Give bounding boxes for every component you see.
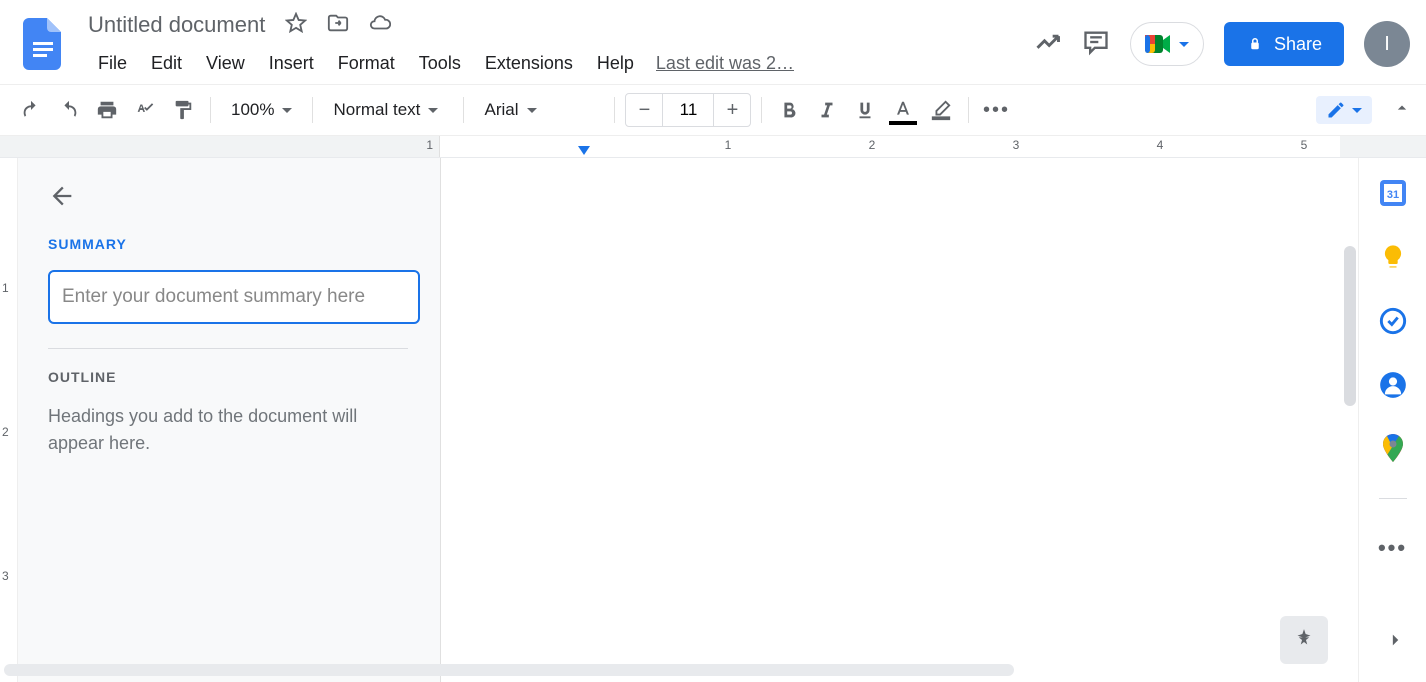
move-icon[interactable] [327,12,349,39]
ruler-mark: 5 [1301,138,1308,152]
ruler-mark: 1 [426,138,433,152]
outline-empty-text: Headings you add to the document will ap… [48,403,398,457]
meet-button[interactable] [1130,22,1204,66]
close-outline-button[interactable] [48,182,76,210]
caret-down-icon [428,108,438,113]
menu-view[interactable]: View [194,49,257,78]
outline-panel: SUMMARY OUTLINE Headings you add to the … [18,158,440,682]
get-addons-button[interactable]: ••• [1378,533,1408,563]
hide-side-panel-button[interactable] [1382,627,1408,658]
font-size-input[interactable]: 11 [662,94,714,126]
menu-file[interactable]: File [86,49,139,78]
explore-button[interactable] [1280,616,1328,664]
font-size-decrease[interactable]: − [626,99,662,122]
horizontal-ruler[interactable]: 1 1 2 3 4 5 [0,136,1426,158]
separator [312,97,313,123]
style-select[interactable]: Normal text [323,93,453,127]
caret-down-icon [527,108,537,113]
text-color-swatch [889,121,917,125]
highlight-button[interactable] [924,93,958,127]
document-page[interactable] [440,158,1358,682]
ruler-mark: 1 [725,138,732,152]
ruler-mark: 2 [869,138,876,152]
calendar-app-icon[interactable]: 31 [1378,178,1408,208]
cloud-status-icon[interactable] [369,12,391,39]
share-button[interactable]: Share [1224,22,1344,66]
italic-button[interactable] [810,93,844,127]
underline-button[interactable] [848,93,882,127]
separator [614,97,615,123]
separator [210,97,211,123]
font-size-group: − 11 + [625,93,751,127]
ruler-mark: 3 [1013,138,1020,152]
activity-icon[interactable] [1034,28,1062,61]
vruler-mark: 2 [2,425,9,439]
caret-down-icon [1352,108,1362,113]
menu-format[interactable]: Format [326,49,407,78]
comments-icon[interactable] [1082,28,1110,61]
more-toolbar-button[interactable]: ••• [979,93,1013,127]
separator [463,97,464,123]
spellcheck-button[interactable] [128,93,162,127]
collapse-toolbar-button[interactable] [1392,98,1412,123]
menu-insert[interactable]: Insert [257,49,326,78]
share-label: Share [1274,34,1322,55]
print-button[interactable] [90,93,124,127]
contacts-app-icon[interactable] [1378,370,1408,400]
undo-button[interactable] [14,93,48,127]
outline-label: OUTLINE [48,369,420,385]
maps-app-icon[interactable] [1378,434,1408,464]
separator [968,97,969,123]
docs-logo[interactable] [8,4,78,84]
menu-edit[interactable]: Edit [139,49,194,78]
bold-button[interactable] [772,93,806,127]
summary-input[interactable] [48,270,420,324]
divider [48,348,408,349]
vruler-mark: 3 [2,569,9,583]
caret-down-icon [282,108,292,113]
horizontal-scrollbar[interactable] [4,664,1014,676]
tasks-app-icon[interactable] [1378,306,1408,336]
account-avatar[interactable]: I [1364,21,1410,67]
font-size-increase[interactable]: + [714,99,750,122]
menu-tools[interactable]: Tools [407,49,473,78]
vruler-mark: 1 [2,281,9,295]
separator [1379,498,1407,499]
paint-format-button[interactable] [166,93,200,127]
separator [761,97,762,123]
vertical-ruler[interactable]: 1 2 3 [0,158,18,682]
keep-app-icon[interactable] [1378,242,1408,272]
star-icon[interactable] [285,12,307,39]
toolbar: 100% Normal text Arial − 11 + ••• [0,84,1426,136]
summary-label: SUMMARY [48,236,420,252]
last-edit-link[interactable]: Last edit was 2… [656,53,794,74]
redo-button[interactable] [52,93,86,127]
text-color-button[interactable] [886,93,920,127]
caret-down-icon [1179,42,1189,47]
side-panel: 31 ••• [1358,158,1426,682]
ruler-mark: 4 [1157,138,1164,152]
font-select[interactable]: Arial [474,93,604,127]
vertical-scrollbar[interactable] [1344,246,1356,406]
editing-mode-button[interactable] [1316,96,1372,124]
zoom-select[interactable]: 100% [221,93,302,127]
avatar-initial: I [1384,33,1390,56]
menu-help[interactable]: Help [585,49,646,78]
indent-marker-icon[interactable] [578,146,590,155]
document-title[interactable]: Untitled document [88,12,265,38]
svg-text:31: 31 [1386,189,1398,201]
menu-extensions[interactable]: Extensions [473,49,585,78]
